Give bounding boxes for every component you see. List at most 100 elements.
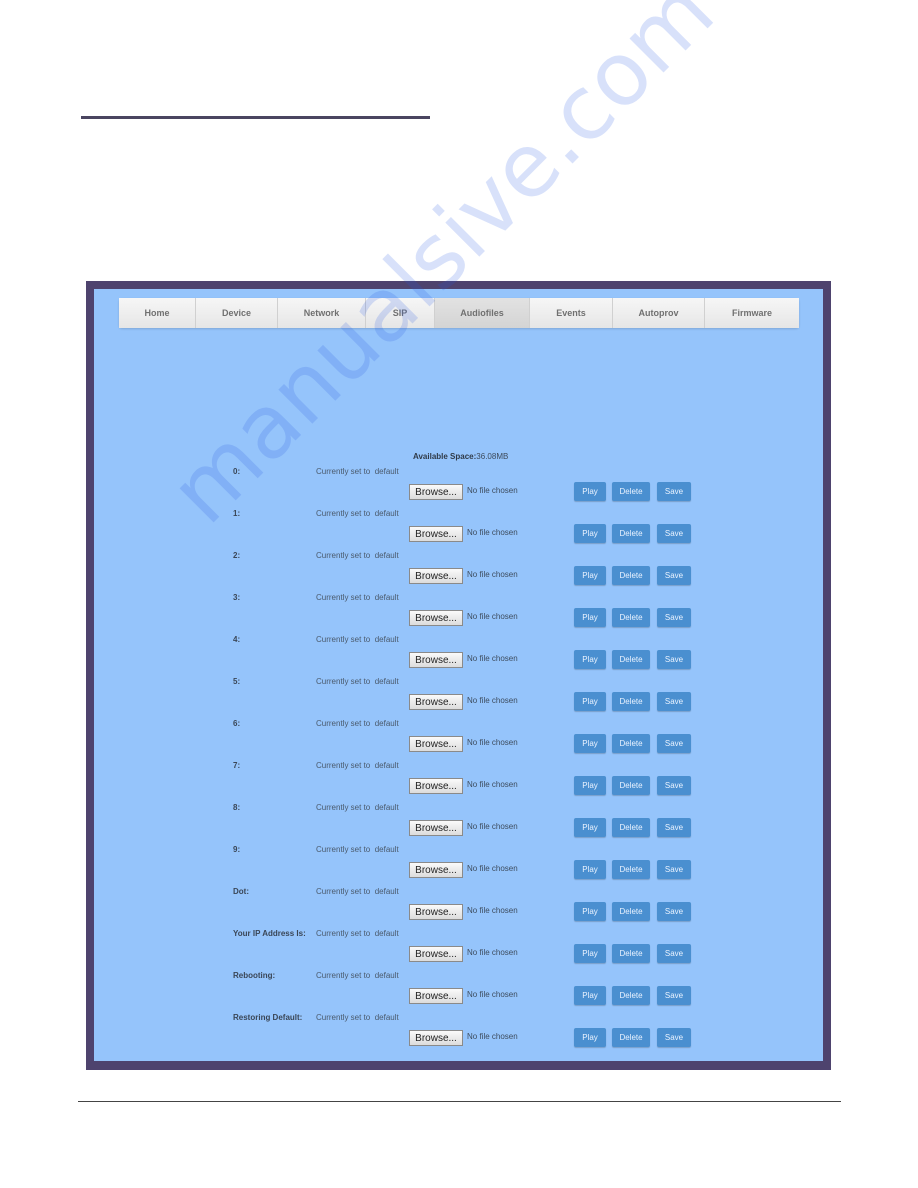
delete-button[interactable]: Delete	[612, 902, 650, 921]
audiofile-row: 4: Currently set to default Browse... No fi…	[94, 635, 823, 677]
save-button[interactable]: Save	[657, 1028, 691, 1047]
save-button[interactable]: Save	[657, 776, 691, 795]
delete-button[interactable]: Delete	[612, 566, 650, 585]
file-status: No file chosen	[467, 822, 518, 831]
current-setting: Currently set to default	[316, 467, 399, 476]
audiofile-label: 6:	[233, 719, 241, 728]
play-button[interactable]: Play	[574, 860, 606, 879]
audiofile-label: 2:	[233, 551, 241, 560]
browse-button[interactable]: Browse...	[409, 526, 463, 542]
save-button[interactable]: Save	[657, 650, 691, 669]
browse-button[interactable]: Browse...	[409, 862, 463, 878]
current-value: default	[374, 929, 399, 938]
audiofile-row: 1: Currently set to default Browse... No fi…	[94, 509, 823, 551]
play-button[interactable]: Play	[574, 608, 606, 627]
save-button[interactable]: Save	[657, 734, 691, 753]
browse-button[interactable]: Browse...	[409, 988, 463, 1004]
browse-button[interactable]: Browse...	[409, 820, 463, 836]
tab-firmware[interactable]: Firmware	[705, 298, 799, 328]
audiofile-row: Your IP Address Is: Currently set to defa…	[94, 929, 823, 971]
play-button[interactable]: Play	[574, 1028, 606, 1047]
browse-button[interactable]: Browse...	[409, 652, 463, 668]
save-button[interactable]: Save	[657, 482, 691, 501]
play-button[interactable]: Play	[574, 902, 606, 921]
delete-button[interactable]: Delete	[612, 734, 650, 753]
tab-events[interactable]: Events	[530, 298, 613, 328]
delete-button[interactable]: Delete	[612, 986, 650, 1005]
play-button[interactable]: Play	[574, 692, 606, 711]
screenshot-frame: Home Device Network SIP Audiofiles Events Auto…	[86, 281, 831, 1070]
current-value: default	[374, 971, 399, 980]
delete-button[interactable]: Delete	[612, 692, 650, 711]
save-button[interactable]: Save	[657, 608, 691, 627]
save-button[interactable]: Save	[657, 566, 691, 585]
play-button[interactable]: Play	[574, 776, 606, 795]
header-rule	[81, 116, 430, 119]
delete-button[interactable]: Delete	[612, 482, 650, 501]
play-button[interactable]: Play	[574, 818, 606, 837]
play-button[interactable]: Play	[574, 566, 606, 585]
delete-button[interactable]: Delete	[612, 608, 650, 627]
delete-button[interactable]: Delete	[612, 944, 650, 963]
browse-button[interactable]: Browse...	[409, 568, 463, 584]
save-button[interactable]: Save	[657, 902, 691, 921]
browse-button[interactable]: Browse...	[409, 736, 463, 752]
current-value: default	[374, 635, 399, 644]
play-button[interactable]: Play	[574, 986, 606, 1005]
save-button[interactable]: Save	[657, 524, 691, 543]
save-button[interactable]: Save	[657, 986, 691, 1005]
current-value: default	[374, 887, 399, 896]
delete-button[interactable]: Delete	[612, 524, 650, 543]
browse-button[interactable]: Browse...	[409, 904, 463, 920]
play-button[interactable]: Play	[574, 734, 606, 753]
play-button[interactable]: Play	[574, 524, 606, 543]
current-setting: Currently set to default	[316, 971, 399, 980]
tab-device[interactable]: Device	[196, 298, 278, 328]
delete-button[interactable]: Delete	[612, 860, 650, 879]
file-status: No file chosen	[467, 948, 518, 957]
current-value: default	[374, 719, 399, 728]
tab-network[interactable]: Network	[278, 298, 366, 328]
audiofile-row: 3: Currently set to default Browse... No fi…	[94, 593, 823, 635]
file-status: No file chosen	[467, 864, 518, 873]
tab-autoprov[interactable]: Autoprov	[613, 298, 705, 328]
delete-button[interactable]: Delete	[612, 650, 650, 669]
currently-set-to-text: Currently set to	[316, 677, 371, 686]
tab-home[interactable]: Home	[119, 298, 196, 328]
save-button[interactable]: Save	[657, 860, 691, 879]
browse-button[interactable]: Browse...	[409, 694, 463, 710]
browse-button[interactable]: Browse...	[409, 1030, 463, 1046]
current-value: default	[374, 551, 399, 560]
play-button[interactable]: Play	[574, 944, 606, 963]
browse-button[interactable]: Browse...	[409, 484, 463, 500]
file-status: No file chosen	[467, 486, 518, 495]
save-button[interactable]: Save	[657, 818, 691, 837]
current-setting: Currently set to default	[316, 929, 399, 938]
audiofile-row: Restoring Default: Currently set to defau…	[94, 1013, 823, 1055]
current-value: default	[374, 677, 399, 686]
delete-button[interactable]: Delete	[612, 776, 650, 795]
save-button[interactable]: Save	[657, 944, 691, 963]
audiofile-label: 3:	[233, 593, 241, 602]
browse-button[interactable]: Browse...	[409, 778, 463, 794]
current-setting: Currently set to default	[316, 761, 399, 770]
current-value: default	[374, 1013, 399, 1022]
save-button[interactable]: Save	[657, 692, 691, 711]
browse-button[interactable]: Browse...	[409, 946, 463, 962]
play-button[interactable]: Play	[574, 482, 606, 501]
audiofile-row: 9: Currently set to default Browse... No fi…	[94, 845, 823, 887]
currently-set-to-text: Currently set to	[316, 1013, 371, 1022]
tab-sip[interactable]: SIP	[366, 298, 435, 328]
audiofile-row: 0: Currently set to default Browse... No fi…	[94, 467, 823, 509]
currently-set-to-text: Currently set to	[316, 803, 371, 812]
currently-set-to-text: Currently set to	[316, 845, 371, 854]
play-button[interactable]: Play	[574, 650, 606, 669]
audiofile-label: Dot:	[233, 887, 249, 896]
delete-button[interactable]: Delete	[612, 818, 650, 837]
delete-button[interactable]: Delete	[612, 1028, 650, 1047]
browse-button[interactable]: Browse...	[409, 610, 463, 626]
audiofile-label: 8:	[233, 803, 241, 812]
currently-set-to-text: Currently set to	[316, 635, 371, 644]
tab-audiofiles[interactable]: Audiofiles	[435, 298, 530, 328]
currently-set-to-text: Currently set to	[316, 929, 371, 938]
